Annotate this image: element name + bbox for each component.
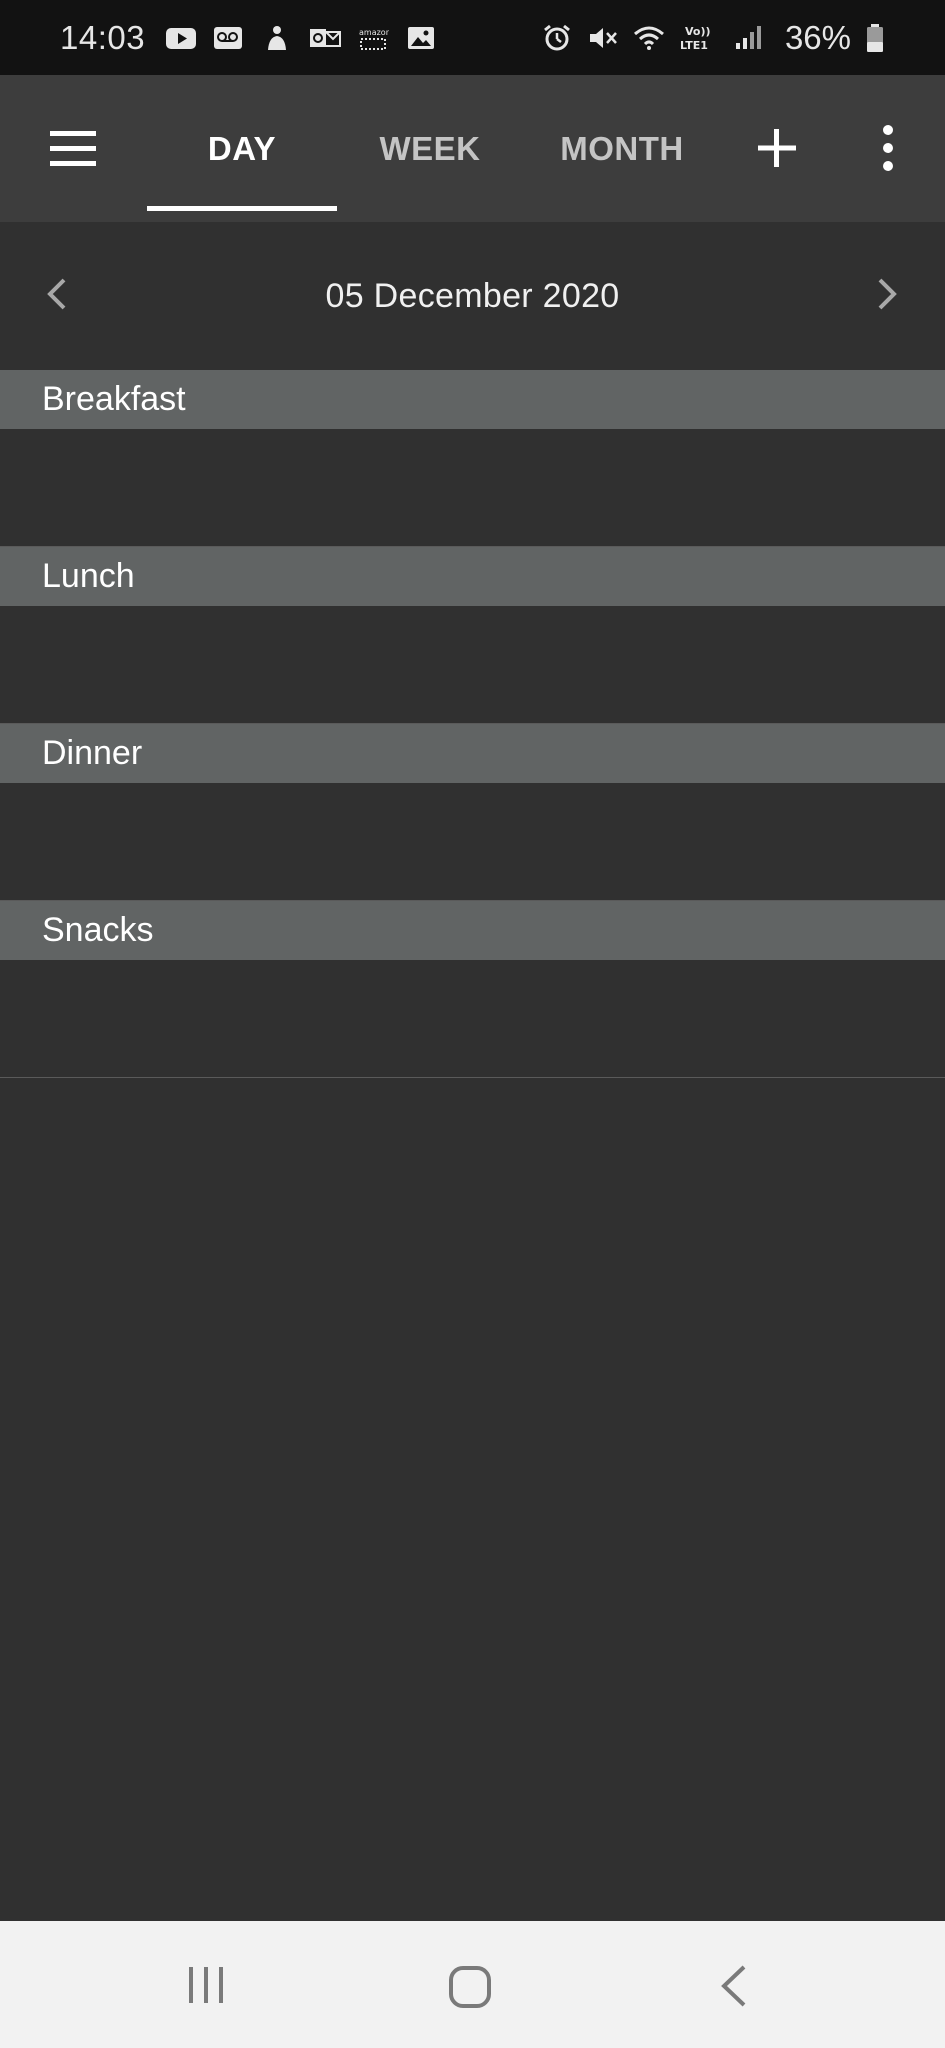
mute-icon: [589, 27, 617, 48]
meal-header-snacks[interactable]: Snacks: [0, 901, 945, 960]
tab-week[interactable]: WEEK: [335, 75, 525, 222]
voicemail-icon: [214, 26, 243, 49]
alarm-icon: [544, 24, 570, 50]
battery-icon: [867, 23, 883, 52]
status-system-icons: Vo)) LTE1 36%: [541, 19, 885, 57]
outlook-icon: [310, 28, 342, 47]
recent-apps-icon[interactable]: [186, 1965, 226, 2005]
meal-body-snacks[interactable]: [0, 960, 945, 1077]
app-notification-icon: [268, 25, 287, 50]
tab-month[interactable]: MONTH: [527, 75, 717, 222]
svg-text:amazon: amazon: [359, 28, 389, 37]
app-bar: DAY WEEK MONTH: [0, 75, 945, 222]
wifi-icon: [633, 26, 664, 50]
meal-list: Breakfast Lunch Dinner Snacks: [0, 370, 945, 1078]
more-vert-icon[interactable]: [868, 120, 908, 176]
amazon-icon: amazon: [359, 28, 389, 50]
svg-text:Vo)): Vo)): [685, 25, 711, 38]
battery-percent: 36%: [784, 18, 851, 56]
meal-body-lunch[interactable]: [0, 606, 945, 723]
screen: 14:03 amazon Vo)) LTE1 36% DAY WEEK MONT…: [0, 0, 945, 2048]
meal-header-lunch[interactable]: Lunch: [0, 547, 945, 606]
meal-section-lunch: Lunch: [0, 547, 945, 724]
meal-section-breakfast: Breakfast: [0, 370, 945, 547]
system-nav-bar: [0, 1921, 945, 2048]
status-bar: 14:03 amazon Vo)) LTE1 36%: [0, 0, 945, 75]
back-icon[interactable]: [718, 1963, 750, 2009]
active-tab-indicator: [147, 206, 337, 211]
meal-section-snacks: Snacks: [0, 901, 945, 1078]
meal-header-breakfast[interactable]: Breakfast: [0, 370, 945, 429]
status-time: 14:03: [60, 18, 146, 56]
svg-text:LTE1: LTE1: [680, 39, 708, 52]
volte-icon: Vo)) LTE1: [680, 25, 711, 52]
current-date: 05 December 2020: [325, 276, 620, 315]
meal-section-dinner: Dinner: [0, 724, 945, 901]
gallery-icon: [408, 26, 435, 49]
meal-header-dinner[interactable]: Dinner: [0, 724, 945, 783]
meal-body-breakfast[interactable]: [0, 429, 945, 546]
meal-body-dinner[interactable]: [0, 783, 945, 900]
add-icon[interactable]: [752, 120, 802, 176]
chevron-right-icon[interactable]: [868, 272, 904, 316]
signal-icon: [735, 25, 761, 49]
status-notification-icons: amazon: [165, 23, 437, 53]
tab-day[interactable]: DAY: [147, 75, 337, 222]
youtube-icon: [166, 27, 197, 49]
menu-icon[interactable]: [42, 125, 104, 173]
chevron-left-icon[interactable]: [40, 272, 76, 316]
date-navigation: 05 December 2020: [0, 222, 945, 370]
home-icon[interactable]: [448, 1965, 492, 2009]
